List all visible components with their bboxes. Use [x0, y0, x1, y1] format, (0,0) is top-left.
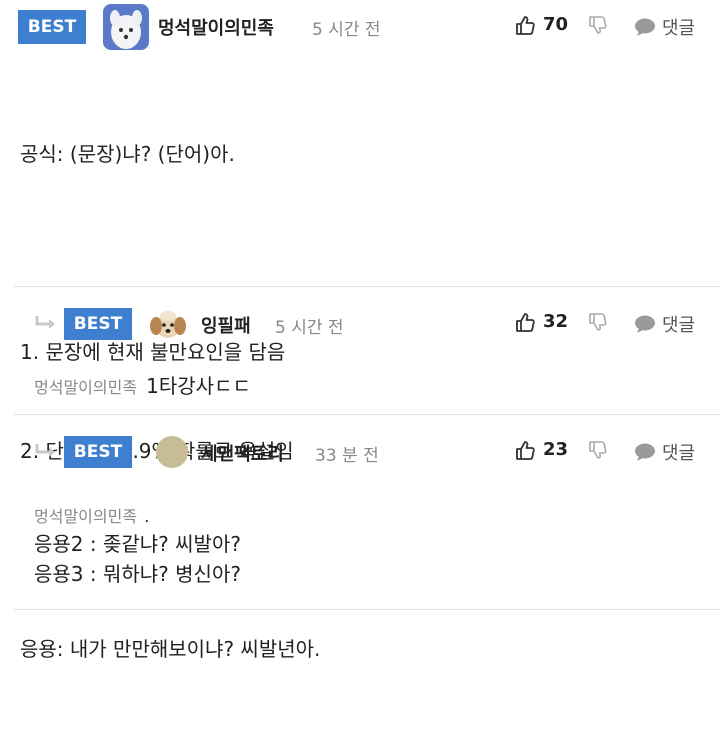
nickname[interactable]: 세맨팩토리: [201, 440, 284, 466]
like-count: 23: [543, 439, 569, 460]
reply-text: 응용2 : 좆같냐? 씨발아? 응용3 : 뭐하냐? 병신아?: [34, 529, 241, 589]
reply-button[interactable]: 댓글: [662, 311, 695, 337]
like-count: 70: [543, 14, 569, 35]
divider: [14, 414, 720, 415]
thumbs-up-icon[interactable]: [514, 439, 536, 461]
best-badge: BEST: [64, 436, 132, 468]
speech-bubble-icon[interactable]: [634, 314, 656, 334]
thumbs-down-icon[interactable]: [587, 312, 607, 334]
divider: [14, 609, 720, 610]
comment-body: 공식: (문장)냐? (단어)아. 1. 문장에 현재 불만요인을 담음 2. …: [20, 72, 320, 732]
nickname[interactable]: 잉필패: [201, 312, 251, 338]
thumbs-down-icon[interactable]: [587, 440, 607, 462]
avatar[interactable]: [156, 436, 188, 468]
like-count: 32: [543, 311, 569, 332]
speech-bubble-icon[interactable]: [634, 17, 656, 37]
best-badge: BEST: [64, 308, 132, 340]
timestamp: 5 시간 전: [312, 20, 381, 40]
divider: [14, 286, 720, 287]
mention[interactable]: 멍석말이의민족: [34, 378, 137, 397]
comment-line: 응용3 : 뭐하냐? 병신아?: [34, 562, 241, 586]
reply-button[interactable]: 댓글: [662, 439, 695, 465]
comment-line: [20, 237, 320, 270]
thumbs-up-icon[interactable]: [514, 14, 536, 36]
timestamp: 5 시간 전: [275, 318, 344, 338]
speech-bubble-icon[interactable]: [634, 442, 656, 462]
mention-suffix: .: [144, 507, 150, 527]
timestamp: 33 분 전: [315, 446, 379, 466]
reply-arrow-icon: [34, 442, 58, 462]
reply-button[interactable]: 댓글: [662, 14, 695, 40]
thumbs-down-icon[interactable]: [587, 15, 607, 37]
best-badge: BEST: [18, 10, 86, 44]
reply-body: 멍석말이의민족 1타강사ㄷㄷ: [34, 370, 251, 399]
avatar[interactable]: [103, 4, 149, 50]
reply-arrow-icon: [34, 314, 58, 334]
comment-line: 응용2 : 좆같냐? 씨발아?: [34, 532, 241, 556]
thumbs-up-icon[interactable]: [514, 311, 536, 333]
comment-line: 공식: (문장)냐? (단어)아.: [20, 142, 235, 166]
nickname[interactable]: 멍석말이의민족: [158, 14, 274, 40]
mention[interactable]: 멍석말이의민족: [34, 507, 137, 526]
reply-body: 멍석말이의민족 . 응용2 : 좆같냐? 씨발아? 응용3 : 뭐하냐? 병신아…: [34, 503, 241, 589]
reply-text: 1타강사ㄷㄷ: [146, 374, 251, 398]
avatar[interactable]: [148, 304, 188, 344]
comment-line: 응용: 내가 만만해보이냐? 씨발년아.: [20, 637, 321, 661]
